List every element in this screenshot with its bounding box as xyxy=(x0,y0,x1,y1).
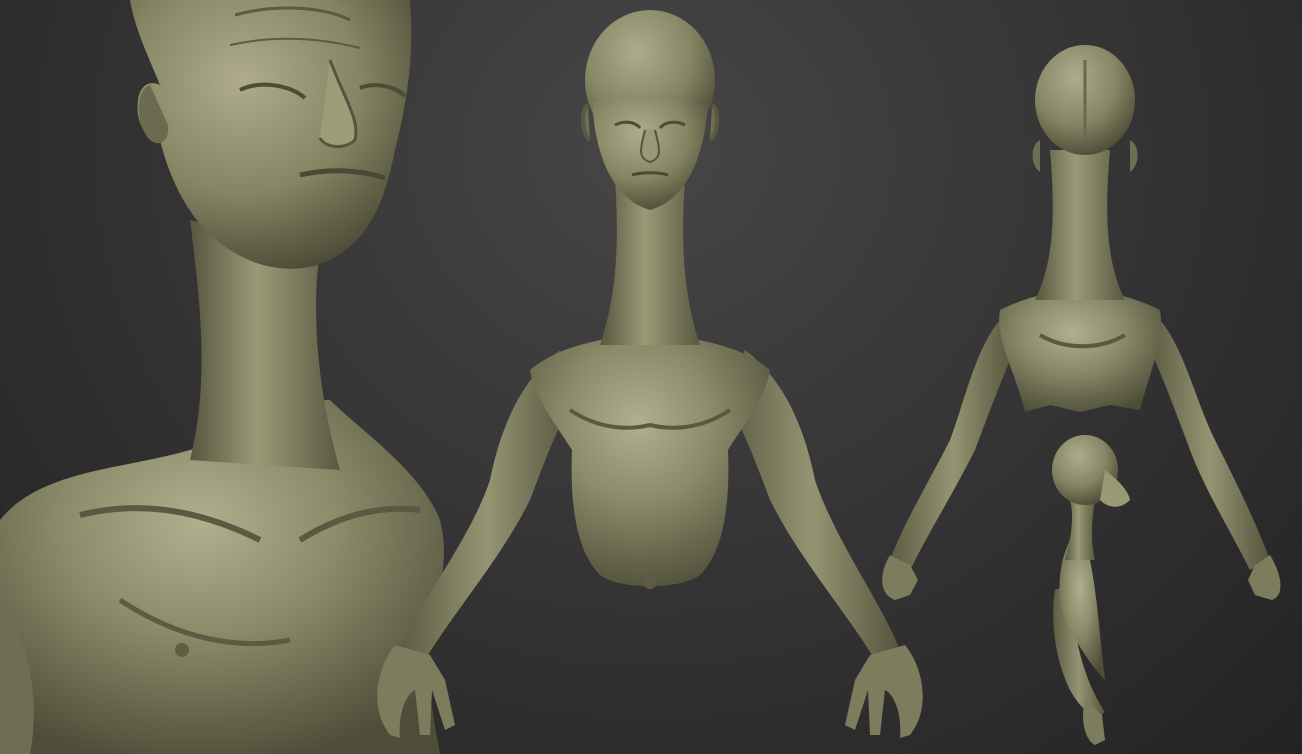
sculpt-viewport xyxy=(0,0,1302,754)
front-view xyxy=(377,10,923,738)
closeup-front-view xyxy=(0,0,444,754)
side-view xyxy=(1052,435,1130,745)
sculpt-render xyxy=(0,0,1281,754)
